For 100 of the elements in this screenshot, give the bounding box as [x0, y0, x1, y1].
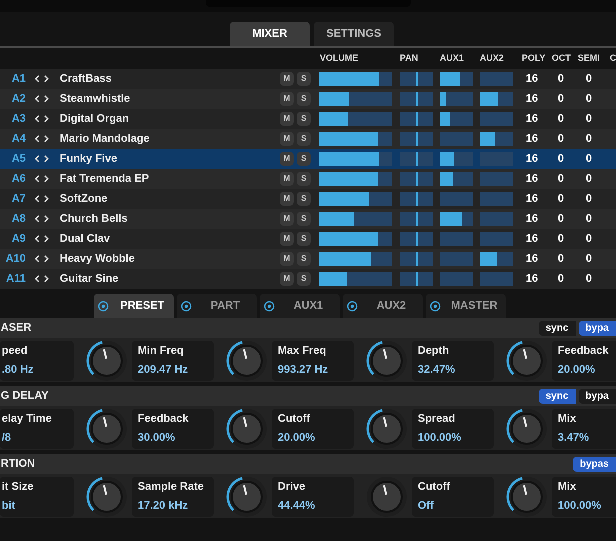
track-row[interactable]: A4 Mario Mandolage M S 16 0 0: [0, 129, 616, 149]
track-row[interactable]: A11 Guitar Sine M S 16 0 0: [0, 269, 616, 289]
knob[interactable]: [365, 406, 409, 450]
chevron-left-icon[interactable]: [35, 275, 40, 283]
toggle-button[interactable]: bypa: [578, 320, 616, 336]
pan-meter[interactable]: [400, 132, 433, 146]
tab[interactable]: SETTINGS: [314, 22, 394, 46]
knob[interactable]: [225, 338, 269, 382]
level-meter[interactable]: [319, 232, 392, 246]
level-meter[interactable]: [440, 212, 473, 226]
tab[interactable]: AUX2: [343, 294, 423, 318]
mute-button[interactable]: M: [280, 252, 294, 266]
track-row[interactable]: A6 Fat Tremenda EP M S 16 0 0: [0, 169, 616, 189]
solo-button[interactable]: S: [297, 212, 311, 226]
solo-button[interactable]: S: [297, 112, 311, 126]
track-row[interactable]: A7 SoftZone M S 16 0 0: [0, 189, 616, 209]
level-meter[interactable]: [319, 272, 392, 286]
mute-button[interactable]: M: [280, 132, 294, 146]
level-meter[interactable]: [319, 192, 392, 206]
tab[interactable]: MASTER: [426, 294, 506, 318]
knob[interactable]: [225, 406, 269, 450]
solo-button[interactable]: S: [297, 92, 311, 106]
toggle-button[interactable]: bypas: [573, 456, 616, 472]
mute-button[interactable]: M: [280, 92, 294, 106]
level-meter[interactable]: [319, 252, 392, 266]
knob[interactable]: [505, 338, 549, 382]
mute-button[interactable]: M: [280, 172, 294, 186]
level-meter[interactable]: [440, 152, 473, 166]
chevron-left-icon[interactable]: [35, 195, 40, 203]
tab[interactable]: PRESET: [94, 294, 174, 318]
mute-button[interactable]: M: [280, 152, 294, 166]
mute-button[interactable]: M: [280, 192, 294, 206]
chevron-left-icon[interactable]: [35, 215, 40, 223]
chevron-right-icon[interactable]: [44, 115, 49, 123]
solo-button[interactable]: S: [297, 252, 311, 266]
tab[interactable]: PART: [177, 294, 257, 318]
pan-meter[interactable]: [400, 272, 433, 286]
mute-button[interactable]: M: [280, 72, 294, 86]
chevron-right-icon[interactable]: [44, 255, 49, 263]
track-row[interactable]: A2 Steamwhistle M S 16 0 0: [0, 89, 616, 109]
chevron-left-icon[interactable]: [35, 135, 40, 143]
knob[interactable]: [365, 338, 409, 382]
chevron-right-icon[interactable]: [44, 215, 49, 223]
chevron-left-icon[interactable]: [35, 155, 40, 163]
solo-button[interactable]: S: [297, 72, 311, 86]
track-row[interactable]: A5 Funky Five M S 16 0 0: [0, 149, 616, 169]
pan-meter[interactable]: [400, 172, 433, 186]
solo-button[interactable]: S: [297, 192, 311, 206]
level-meter[interactable]: [319, 72, 392, 86]
chevron-right-icon[interactable]: [44, 195, 49, 203]
pan-meter[interactable]: [400, 252, 433, 266]
pan-meter[interactable]: [400, 152, 433, 166]
toggle-button[interactable]: sync: [538, 388, 576, 404]
knob[interactable]: [505, 474, 549, 518]
chevron-left-icon[interactable]: [35, 115, 40, 123]
tab[interactable]: MIXER: [230, 22, 310, 46]
mute-button[interactable]: M: [280, 112, 294, 126]
level-meter[interactable]: [440, 72, 473, 86]
pan-meter[interactable]: [400, 232, 433, 246]
pan-meter[interactable]: [400, 192, 433, 206]
tab[interactable]: AUX1: [260, 294, 340, 318]
mute-button[interactable]: M: [280, 232, 294, 246]
pan-meter[interactable]: [400, 72, 433, 86]
solo-button[interactable]: S: [297, 172, 311, 186]
track-row[interactable]: A1 CraftBass M S 16 0 0: [0, 69, 616, 89]
pan-meter[interactable]: [400, 112, 433, 126]
solo-button[interactable]: S: [297, 152, 311, 166]
chevron-right-icon[interactable]: [44, 235, 49, 243]
level-meter[interactable]: [319, 112, 392, 126]
level-meter[interactable]: [440, 92, 473, 106]
chevron-right-icon[interactable]: [44, 275, 49, 283]
track-row[interactable]: A9 Dual Clav M S 16 0 0: [0, 229, 616, 249]
level-meter[interactable]: [319, 92, 392, 106]
solo-button[interactable]: S: [297, 132, 311, 146]
solo-button[interactable]: S: [297, 272, 311, 286]
mute-button[interactable]: M: [280, 212, 294, 226]
level-meter[interactable]: [440, 172, 473, 186]
level-meter[interactable]: [319, 132, 392, 146]
level-meter[interactable]: [480, 252, 513, 266]
chevron-left-icon[interactable]: [35, 95, 40, 103]
chevron-left-icon[interactable]: [35, 175, 40, 183]
track-row[interactable]: A10 Heavy Wobble M S 16 0 0: [0, 249, 616, 269]
pan-meter[interactable]: [400, 92, 433, 106]
knob[interactable]: [505, 406, 549, 450]
chevron-right-icon[interactable]: [44, 75, 49, 83]
level-meter[interactable]: [319, 152, 392, 166]
level-meter[interactable]: [319, 212, 392, 226]
chevron-right-icon[interactable]: [44, 95, 49, 103]
track-row[interactable]: A8 Church Bells M S 16 0 0: [0, 209, 616, 229]
toggle-button[interactable]: sync: [538, 320, 576, 336]
pan-meter[interactable]: [400, 212, 433, 226]
chevron-right-icon[interactable]: [44, 135, 49, 143]
track-row[interactable]: A3 Digital Organ M S 16 0 0: [0, 109, 616, 129]
chevron-left-icon[interactable]: [35, 255, 40, 263]
mute-button[interactable]: M: [280, 272, 294, 286]
level-meter[interactable]: [440, 112, 473, 126]
level-meter[interactable]: [480, 132, 513, 146]
chevron-left-icon[interactable]: [35, 235, 40, 243]
chevron-right-icon[interactable]: [44, 175, 49, 183]
level-meter[interactable]: [480, 92, 513, 106]
